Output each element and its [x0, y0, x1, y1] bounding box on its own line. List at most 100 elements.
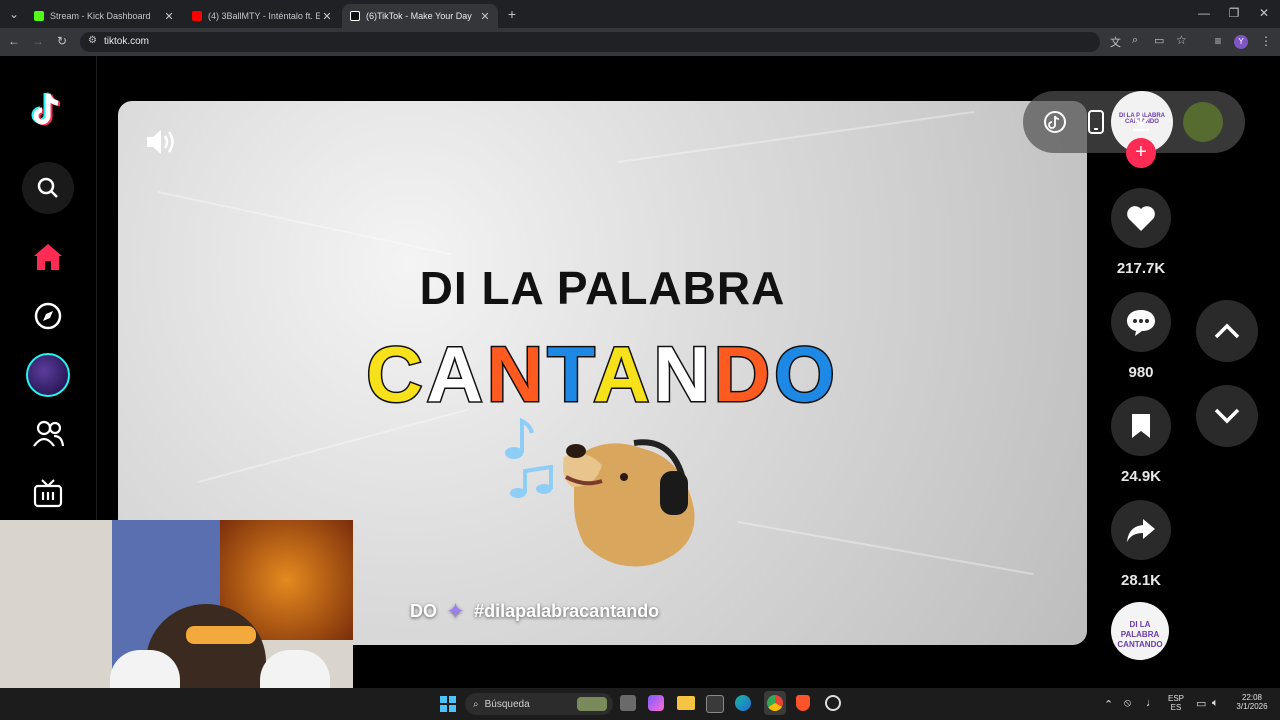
- close-window-icon[interactable]: ✕: [1256, 6, 1272, 20]
- video-headline-line1: DI LA PALABRA: [419, 262, 786, 314]
- video-hashtag-link[interactable]: DO ✦ #dilapalabracantando: [410, 601, 659, 622]
- previous-video-button[interactable]: [1196, 300, 1258, 362]
- home-icon: [34, 244, 62, 270]
- paper-crease: [737, 521, 1034, 576]
- translate-icon[interactable]: 文: [1110, 34, 1121, 50]
- input-language-code: ESP: [1168, 694, 1185, 703]
- paper-crease: [617, 110, 975, 163]
- tab-title: Stream - Kick Dashboard: [50, 11, 151, 21]
- tray-overflow-icon[interactable]: ⌃: [1104, 698, 1113, 711]
- comment-button[interactable]: [1111, 292, 1171, 352]
- media-controls-icon[interactable]: ≡: [1210, 34, 1226, 48]
- compass-icon: [34, 302, 62, 330]
- zoom-icon[interactable]: ⌕: [1132, 34, 1138, 47]
- nav-live-avatar[interactable]: [22, 349, 74, 401]
- search-icon: ⌕: [473, 698, 479, 710]
- volume-button[interactable]: [144, 127, 176, 162]
- search-icon: [37, 177, 58, 198]
- sound-disc[interactable]: DI LA PALABRA CANTANDO: [1111, 602, 1169, 660]
- share-button[interactable]: [1111, 500, 1171, 560]
- search-highlight-image: [577, 697, 607, 711]
- tab-youtube[interactable]: (4) 3BallMTY - Inténtalo ft. El Be ✕: [184, 4, 340, 28]
- taskbar-search[interactable]: ⌕ Búsqueda: [465, 693, 613, 715]
- phone-icon: [1088, 110, 1104, 134]
- new-tab-button[interactable]: +: [504, 6, 520, 22]
- share-count: 28.1K: [1120, 572, 1162, 589]
- forward-icon[interactable]: →: [30, 34, 46, 48]
- cast-icon[interactable]: ▭: [1154, 34, 1164, 47]
- nav-home[interactable]: [22, 231, 74, 283]
- clock-date: 3/1/2026: [1236, 702, 1268, 711]
- singing-dog-image: [563, 439, 695, 567]
- input-layout-code: ES: [1170, 703, 1182, 712]
- copilot-icon[interactable]: [648, 695, 664, 711]
- volume-icon[interactable]: 🔈︎: [1212, 697, 1219, 710]
- bookmark-icon: [1132, 414, 1150, 438]
- minimize-icon[interactable]: —: [1196, 6, 1212, 20]
- hashtag-text: #dilapalabracantando: [474, 601, 660, 621]
- clock-time: 22:08: [1241, 693, 1263, 702]
- tab-title: (6)TikTok - Make Your Day: [366, 11, 472, 21]
- music-notes-icon: [505, 417, 553, 498]
- site-info-icon[interactable]: ⚙: [88, 35, 97, 46]
- share-arrow-icon: [1127, 519, 1155, 542]
- next-video-button[interactable]: [1196, 385, 1258, 447]
- profile-avatar[interactable]: Y: [1234, 35, 1248, 49]
- task-view-icon[interactable]: [620, 695, 636, 711]
- store-icon[interactable]: [706, 695, 724, 713]
- nav-live[interactable]: [22, 467, 74, 519]
- brave-icon[interactable]: [796, 695, 810, 711]
- user-avatar[interactable]: [1183, 102, 1223, 142]
- file-explorer-icon[interactable]: [677, 696, 695, 710]
- chrome-taskbar-button[interactable]: [764, 691, 786, 715]
- streamer-sunglasses: [186, 626, 256, 644]
- follow-plus-button[interactable]: +: [1126, 138, 1156, 168]
- start-button[interactable]: [440, 696, 456, 717]
- tab-tiktok[interactable]: (6)TikTok - Make Your Day ✕: [342, 4, 498, 28]
- heart-icon: [1127, 206, 1155, 231]
- mobile-button[interactable]: [1087, 110, 1105, 139]
- caption-prefix: DO: [410, 601, 437, 621]
- obs-icon[interactable]: [825, 695, 841, 711]
- chrome-icon: [767, 695, 783, 711]
- tiktok-note-button[interactable]: [1043, 110, 1067, 139]
- headline-letter: T: [546, 329, 594, 420]
- paper-crease: [157, 191, 452, 256]
- tiktok-logo-icon[interactable]: [22, 84, 74, 136]
- close-tab-icon[interactable]: ✕: [320, 10, 334, 23]
- notification-muted-icon[interactable]: ⦸: [1124, 697, 1131, 710]
- close-tab-icon[interactable]: ✕: [162, 10, 176, 23]
- nav-explore[interactable]: [22, 290, 74, 342]
- address-bar[interactable]: ⚙ tiktok.com 文 ⌕ ▭ ☆: [80, 32, 1187, 52]
- video-headline-line2: CANTANDO: [118, 329, 1087, 420]
- save-button[interactable]: [1111, 396, 1171, 456]
- like-count: 217.7K: [1116, 260, 1166, 277]
- network-icon[interactable]: ▭: [1196, 697, 1206, 710]
- sound-disc-text: DI LA PALABRA CANTANDO: [1117, 620, 1163, 649]
- taskbar-search-placeholder: Búsqueda: [484, 698, 530, 710]
- microphone-icon[interactable]: ♩: [1146, 697, 1157, 709]
- windows-logo-icon: [440, 696, 456, 712]
- headline-letter: A: [425, 329, 487, 420]
- youtube-icon: [192, 11, 202, 21]
- reload-icon[interactable]: ↻: [54, 34, 70, 48]
- chevron-down-icon: [1214, 408, 1240, 424]
- download-button[interactable]: [1129, 109, 1153, 138]
- like-button[interactable]: [1111, 188, 1171, 248]
- tab-kick-dashboard[interactable]: Stream - Kick Dashboard ✕: [26, 4, 182, 28]
- back-icon[interactable]: ←: [6, 34, 22, 48]
- restore-icon[interactable]: ❐: [1226, 6, 1242, 20]
- browser-menu-icon[interactable]: ⋮: [1258, 34, 1274, 48]
- tab-search-icon[interactable]: ⌄: [6, 7, 22, 21]
- headline-letter: A: [592, 329, 654, 420]
- users-icon: [33, 420, 64, 447]
- close-tab-icon[interactable]: ✕: [478, 10, 492, 23]
- input-language[interactable]: ESP ES: [1168, 694, 1184, 712]
- live-user-avatar: [26, 353, 70, 397]
- nav-following[interactable]: [22, 408, 74, 460]
- bookmark-star-icon[interactable]: ☆: [1176, 33, 1187, 47]
- system-clock[interactable]: 22:08 3/1/2026: [1232, 693, 1272, 711]
- edge-icon[interactable]: [735, 695, 751, 711]
- search-button[interactable]: [22, 162, 74, 214]
- windows-taskbar: [0, 688, 1280, 720]
